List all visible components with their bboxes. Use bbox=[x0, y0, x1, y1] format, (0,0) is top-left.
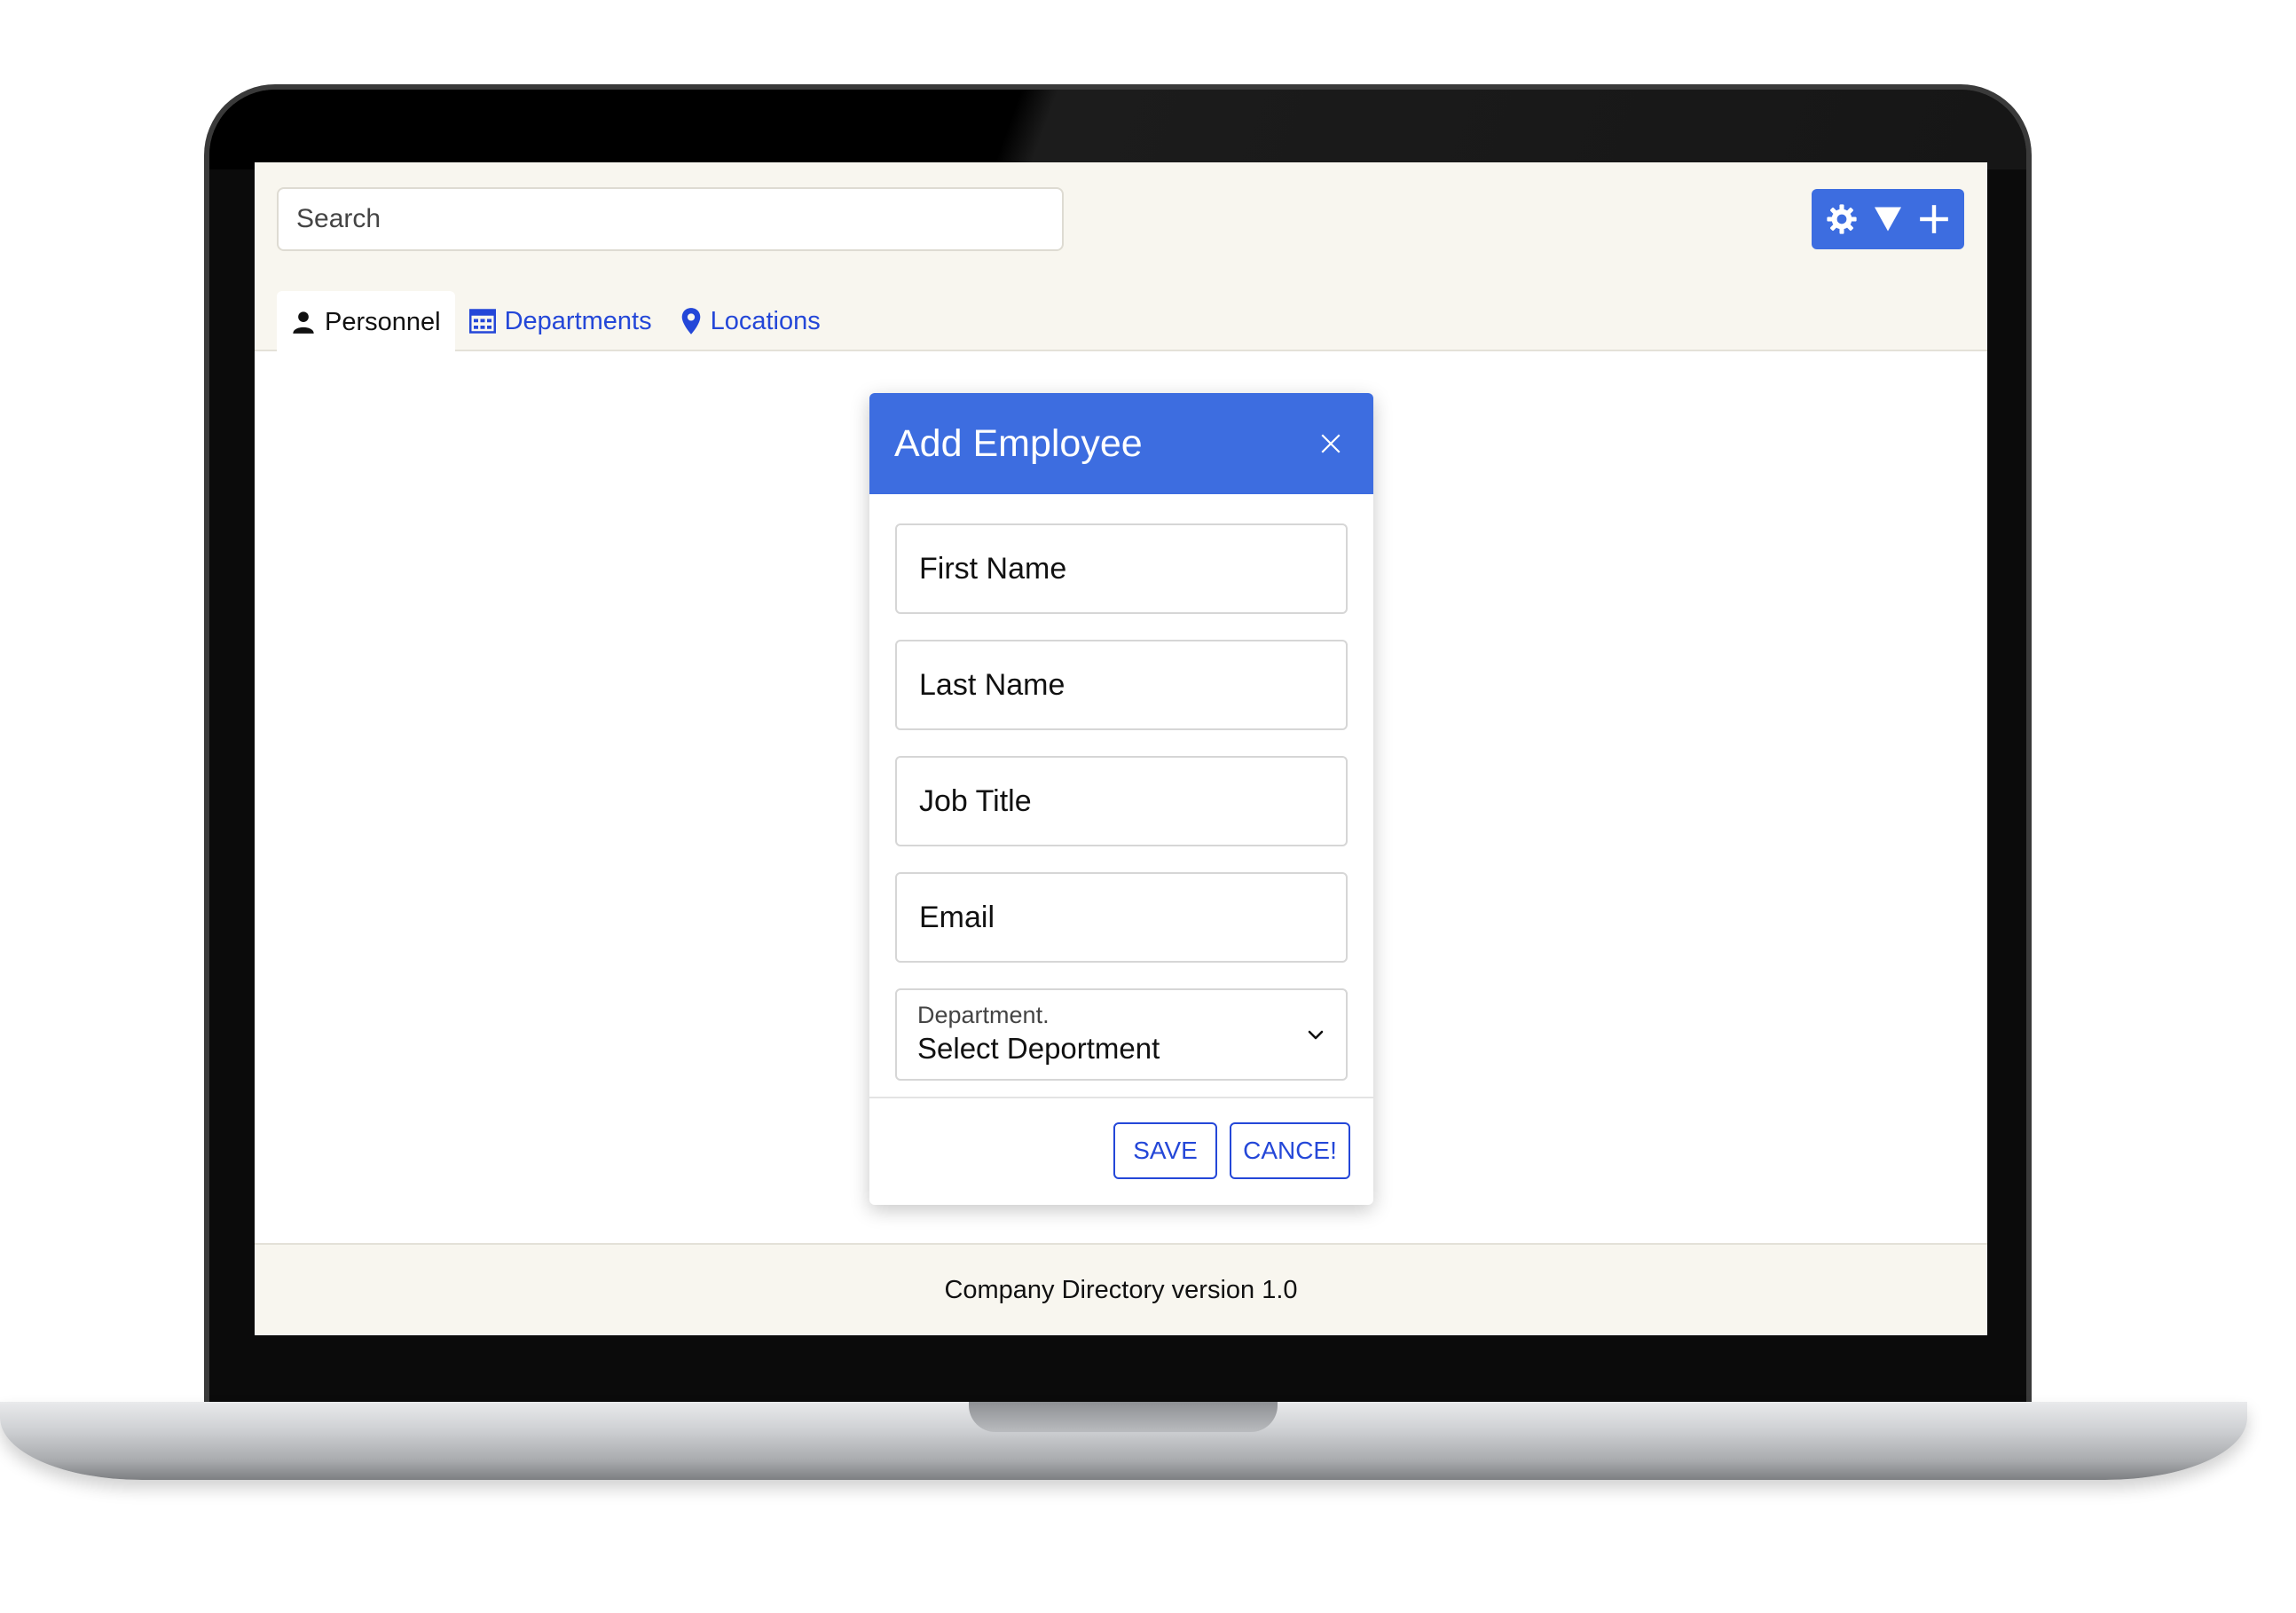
last-name-field[interactable] bbox=[895, 640, 1348, 730]
modal-body: Department. Select Deportment bbox=[869, 494, 1373, 1081]
email-field[interactable] bbox=[895, 872, 1348, 963]
app-footer: Company Directory version 1.0 bbox=[255, 1243, 1987, 1335]
filter-icon bbox=[1875, 207, 1901, 232]
plus-icon bbox=[1920, 205, 1948, 233]
nav-tabs: Personnel Departments Locations bbox=[277, 291, 835, 353]
app-header: Personnel Departments bbox=[255, 162, 1987, 353]
gear-icon bbox=[1827, 204, 1857, 234]
person-icon bbox=[291, 309, 316, 335]
department-select-label: Department. bbox=[917, 1002, 1050, 1028]
building-icon bbox=[468, 309, 496, 334]
close-icon bbox=[1321, 434, 1341, 453]
tab-personnel[interactable]: Personnel bbox=[277, 291, 455, 353]
modal-footer: SAVE CANCE! bbox=[1113, 1122, 1350, 1179]
app-screen: Personnel Departments bbox=[255, 162, 1987, 1335]
modal-footer-divider bbox=[869, 1097, 1373, 1098]
map-pin-icon bbox=[680, 307, 702, 335]
search-input[interactable] bbox=[277, 187, 1064, 251]
save-button[interactable]: SAVE bbox=[1113, 1122, 1217, 1179]
tab-departments-label: Departments bbox=[504, 306, 652, 335]
laptop-base-notch bbox=[969, 1402, 1278, 1432]
chevron-down-icon bbox=[1308, 1030, 1324, 1040]
lid-glare bbox=[209, 90, 2026, 169]
cancel-button[interactable]: CANCE! bbox=[1230, 1122, 1350, 1179]
modal-close-button[interactable] bbox=[1313, 426, 1349, 461]
tab-departments[interactable]: Departments bbox=[455, 291, 666, 351]
add-button[interactable] bbox=[1913, 196, 1955, 242]
job-title-field[interactable] bbox=[895, 756, 1348, 846]
modal-title: Add Employee bbox=[894, 421, 1143, 465]
department-select[interactable]: Department. Select Deportment bbox=[895, 988, 1348, 1081]
footer-version-text: Company Directory version 1.0 bbox=[944, 1275, 1298, 1304]
department-select-value: Select Deportment bbox=[917, 1032, 1160, 1065]
tab-personnel-label: Personnel bbox=[325, 307, 441, 336]
header-action-group bbox=[1812, 189, 1964, 249]
filter-button[interactable] bbox=[1867, 196, 1909, 242]
first-name-field[interactable] bbox=[895, 523, 1348, 614]
modal-header: Add Employee bbox=[869, 393, 1373, 494]
tab-locations-label: Locations bbox=[710, 306, 821, 335]
add-employee-modal: Add Employee Department. Select Deportme… bbox=[869, 393, 1373, 1205]
tab-locations[interactable]: Locations bbox=[666, 291, 835, 351]
settings-button[interactable] bbox=[1820, 196, 1863, 242]
